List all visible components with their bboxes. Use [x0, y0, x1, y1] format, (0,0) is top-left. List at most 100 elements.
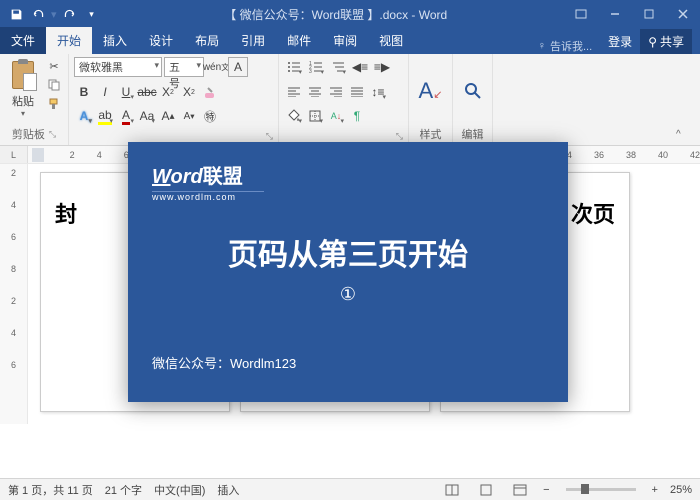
- lightbulb-icon: ♀: [538, 40, 546, 52]
- overlay-url: www.wordlm.com: [152, 191, 264, 202]
- styles-icon: A↙: [419, 78, 443, 104]
- ribbon-tabs: 文件 开始 插入 设计 布局 引用 邮件 审阅 视图 ♀告诉我... 登录 ⚲共…: [0, 28, 700, 54]
- share-icon: ⚲: [648, 35, 657, 49]
- window-title: 【 微信公众号：Word联盟 】.docx - Word: [108, 6, 564, 23]
- qat-customize-icon[interactable]: ▾: [82, 4, 102, 24]
- character-border-icon[interactable]: A: [228, 57, 248, 77]
- overlay-title: 页码从第三页开始: [152, 230, 544, 274]
- decrease-indent-icon[interactable]: ◀≡: [350, 57, 370, 77]
- redo-icon[interactable]: [60, 4, 80, 24]
- window-controls: [564, 0, 700, 28]
- status-language[interactable]: 中文(中国): [154, 482, 205, 498]
- shading-icon[interactable]: [284, 106, 304, 126]
- numbering-icon[interactable]: 123: [306, 57, 326, 77]
- paste-button[interactable]: 粘贴 ▾: [5, 57, 41, 120]
- tab-design[interactable]: 设计: [138, 27, 184, 54]
- collapse-ribbon-icon[interactable]: ^: [676, 129, 694, 143]
- grow-font-icon[interactable]: A▴: [158, 106, 178, 126]
- dialog-launcher-icon[interactable]: ⤡: [396, 131, 403, 142]
- qat-separator: ▾: [51, 8, 57, 21]
- svg-text:3: 3: [309, 69, 312, 73]
- tab-insert[interactable]: 插入: [92, 27, 138, 54]
- minimize-icon[interactable]: [598, 0, 632, 28]
- ribbon: 粘贴 ▾ ✂ 剪贴板 ⤡ 微软雅黑 五号 wén文 A B I U abc: [0, 54, 700, 146]
- group-clipboard: 粘贴 ▾ ✂ 剪贴板 ⤡: [0, 54, 69, 145]
- overlay-number: ①: [152, 284, 544, 305]
- login-link[interactable]: 登录: [608, 33, 632, 50]
- align-right-icon[interactable]: [326, 82, 346, 102]
- align-left-icon[interactable]: [284, 82, 304, 102]
- status-bar: 第 1 页，共 11 页 21 个字 中文(中国) 插入 − + 25%: [0, 478, 700, 500]
- tab-review[interactable]: 审阅: [322, 27, 368, 54]
- save-icon[interactable]: [6, 4, 26, 24]
- styles-label: 样式: [414, 125, 447, 143]
- zoom-level[interactable]: 25%: [670, 484, 692, 496]
- strikethrough-button[interactable]: abc: [137, 82, 157, 102]
- clear-formatting-icon[interactable]: [200, 82, 220, 102]
- status-page[interactable]: 第 1 页，共 11 页: [8, 482, 93, 498]
- highlight-icon[interactable]: ab: [95, 106, 115, 126]
- sort-icon[interactable]: A↓: [326, 106, 346, 126]
- close-icon[interactable]: [666, 0, 700, 28]
- shrink-font-icon[interactable]: A▾: [179, 106, 199, 126]
- justify-icon[interactable]: [347, 82, 367, 102]
- vertical-ruler[interactable]: 2468246: [0, 164, 28, 424]
- title-bar: ▾ ▾ 【 微信公众号：Word联盟 】.docx - Word: [0, 0, 700, 28]
- read-mode-icon[interactable]: [441, 481, 463, 499]
- quick-access-toolbar: ▾ ▾: [0, 4, 108, 24]
- tab-view[interactable]: 视图: [368, 27, 414, 54]
- line-spacing-icon[interactable]: ↕≡: [368, 82, 388, 102]
- enclose-characters-icon[interactable]: ㊕: [200, 106, 220, 126]
- show-hide-icon[interactable]: ¶: [347, 106, 367, 126]
- phonetic-guide-icon[interactable]: wén文: [206, 57, 226, 77]
- ribbon-display-icon[interactable]: [564, 0, 598, 28]
- underline-button[interactable]: U: [116, 82, 136, 102]
- group-font: 微软雅黑 五号 wén文 A B I U abc X2 X2 A ab A Aa…: [69, 54, 279, 145]
- italic-button[interactable]: I: [95, 82, 115, 102]
- maximize-icon[interactable]: [632, 0, 666, 28]
- zoom-in-icon[interactable]: +: [652, 484, 658, 496]
- account-area: 登录 ⚲共享: [600, 29, 700, 54]
- ruler-corner: L: [0, 146, 28, 163]
- styles-button[interactable]: A↙: [419, 78, 443, 104]
- share-button[interactable]: ⚲共享: [640, 29, 692, 54]
- bold-button[interactable]: B: [74, 82, 94, 102]
- font-size-combo[interactable]: 五号: [164, 57, 204, 77]
- web-layout-icon[interactable]: [509, 481, 531, 499]
- find-button[interactable]: [463, 81, 483, 101]
- print-layout-icon[interactable]: [475, 481, 497, 499]
- borders-icon[interactable]: [305, 106, 325, 126]
- copy-icon[interactable]: [45, 76, 63, 94]
- increase-indent-icon[interactable]: ≡▶: [372, 57, 392, 77]
- zoom-slider[interactable]: [566, 488, 636, 491]
- overlay-card: Word联盟 www.wordlm.com 页码从第三页开始 ① 微信公众号：W…: [128, 142, 568, 402]
- clipboard-label: 剪贴板: [12, 126, 45, 142]
- group-editing: 编辑: [453, 54, 493, 145]
- dialog-launcher-icon[interactable]: ⤡: [266, 131, 273, 142]
- status-mode[interactable]: 插入: [217, 482, 239, 498]
- editing-label: 编辑: [458, 125, 487, 143]
- align-center-icon[interactable]: [305, 82, 325, 102]
- superscript-button[interactable]: X2: [179, 82, 199, 102]
- format-painter-icon[interactable]: [45, 95, 63, 113]
- text-effects-icon[interactable]: A: [74, 106, 94, 126]
- dialog-launcher-icon[interactable]: ⤡: [49, 129, 56, 140]
- tab-home[interactable]: 开始: [46, 27, 92, 54]
- paste-icon: [9, 59, 37, 91]
- subscript-button[interactable]: X2: [158, 82, 178, 102]
- zoom-out-icon[interactable]: −: [543, 484, 549, 496]
- status-words[interactable]: 21 个字: [105, 482, 142, 498]
- overlay-logo: Word联盟 www.wordlm.com: [152, 160, 544, 202]
- bullets-icon[interactable]: [284, 57, 304, 77]
- font-color-icon[interactable]: A: [116, 106, 136, 126]
- font-name-combo[interactable]: 微软雅黑: [74, 57, 162, 77]
- tab-mailings[interactable]: 邮件: [276, 27, 322, 54]
- tab-references[interactable]: 引用: [230, 27, 276, 54]
- tab-file[interactable]: 文件: [0, 27, 46, 54]
- character-shading-icon[interactable]: Aa: [137, 106, 157, 126]
- undo-icon[interactable]: [28, 4, 48, 24]
- multilevel-list-icon[interactable]: [328, 57, 348, 77]
- tell-me-search[interactable]: ♀告诉我...: [530, 38, 600, 54]
- tab-layout[interactable]: 布局: [184, 27, 230, 54]
- cut-icon[interactable]: ✂: [45, 57, 63, 75]
